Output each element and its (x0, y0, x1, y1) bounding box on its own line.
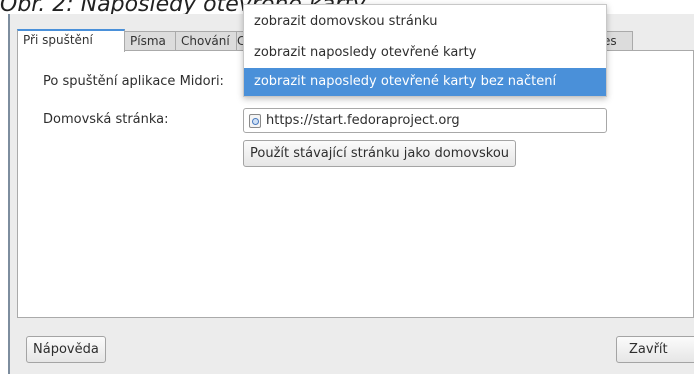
close-button[interactable]: Zavřít (616, 336, 694, 363)
homepage-url: https://start.fedoraproject.org (266, 113, 460, 128)
tab-behavior-label[interactable]: Chování (175, 31, 237, 51)
tab-startup[interactable]: Při spuštění (17, 29, 125, 52)
dropdown-option-homepage[interactable]: zobrazit domovskou stránku (244, 8, 606, 36)
tab-fonts-label[interactable]: Písma (124, 31, 176, 51)
page-icon (249, 113, 261, 128)
homepage-field[interactable]: https://start.fedoraproject.org (243, 108, 607, 133)
dropdown-option-last-tabs[interactable]: zobrazit naposledy otevřené karty (244, 39, 606, 67)
startup-label: Po spuštění aplikace Midori: (43, 74, 224, 89)
startup-dropdown-menu: zobrazit domovskou stránku zobrazit napo… (243, 4, 607, 97)
help-button[interactable]: Nápověda (26, 336, 106, 363)
use-current-page-button[interactable]: Použít stávající stránku jako domovskou (243, 140, 517, 167)
dropdown-option-last-tabs-no-load[interactable]: zobrazit naposledy otevřené karty bez na… (244, 68, 606, 96)
homepage-label: Domovská stránka: (43, 112, 169, 127)
